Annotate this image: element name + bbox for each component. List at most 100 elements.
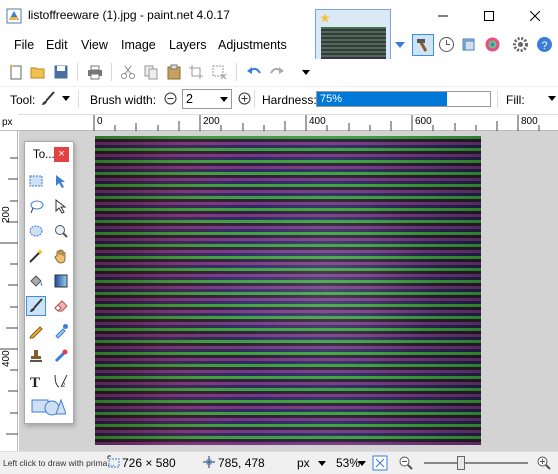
print-button[interactable] [86, 63, 104, 81]
brush-width-label: Brush width: [90, 93, 157, 107]
pan-tool[interactable] [51, 246, 71, 266]
save-button[interactable] [52, 63, 70, 81]
chevron-down-icon[interactable] [318, 461, 326, 467]
crop-button[interactable] [187, 63, 205, 81]
lasso-icon [30, 200, 44, 214]
move-selected-tool[interactable] [51, 171, 71, 191]
layers-icon[interactable] [460, 36, 477, 53]
move-selection-tool[interactable] [51, 196, 71, 216]
line-curve-tool[interactable]: 2 [51, 371, 71, 391]
paintbrush-icon [30, 298, 43, 312]
undo-button[interactable] [245, 63, 263, 81]
clone-stamp-icon [30, 350, 42, 362]
hardness-value: 75% [320, 93, 343, 105]
text-icon: T [30, 375, 40, 389]
tools-window[interactable]: To... × T 2 [24, 141, 74, 424]
clone-stamp-tool[interactable] [26, 346, 46, 366]
pencil-tool[interactable] [26, 321, 46, 341]
paintbrush-tool[interactable] [26, 296, 46, 316]
lasso-select-tool[interactable] [26, 196, 46, 216]
text-tool[interactable]: T [26, 371, 46, 391]
hardness-label: Hardness: [262, 93, 317, 107]
close-button[interactable] [512, 0, 558, 31]
maximize-button[interactable] [466, 0, 512, 31]
colors-icon[interactable] [484, 36, 501, 53]
paintbrush-icon[interactable] [40, 91, 56, 107]
svg-text:?: ? [542, 40, 548, 52]
zoom-slider-track[interactable] [424, 462, 528, 464]
ruler-unit: px [0, 114, 18, 131]
tools-window-title: To... [33, 149, 55, 161]
zoom-tool[interactable] [51, 221, 71, 241]
ellipse-select-tool[interactable] [26, 221, 46, 241]
menu-view[interactable]: View [81, 38, 108, 52]
redo-button[interactable] [268, 63, 286, 81]
zoom-slider-thumb[interactable] [457, 456, 465, 470]
paste-button[interactable] [165, 63, 183, 81]
tool-dropdown-icon[interactable] [62, 96, 70, 102]
units-select[interactable]: px [297, 456, 310, 470]
recolor-tool[interactable] [51, 346, 71, 366]
shapes-tool[interactable] [26, 396, 70, 416]
window-title: listoffreeware (1).jpg - paint.net 4.0.1… [28, 8, 230, 22]
eyedropper-icon [55, 324, 68, 339]
minimize-button[interactable] [420, 0, 466, 31]
magic-wand-icon [29, 249, 43, 263]
ruler-label: 200 [1, 206, 12, 223]
brush-width-input[interactable]: 2 [182, 89, 232, 109]
menu-edit[interactable]: Edit [46, 38, 68, 52]
menu-layers[interactable]: Layers [169, 38, 207, 52]
ruler-label: 400 [1, 350, 12, 367]
help-icon[interactable]: ? [536, 36, 553, 53]
deselect-button[interactable] [210, 63, 228, 81]
ruler-label: 0 [97, 116, 103, 127]
title-bar: listoffreeware (1).jpg - paint.net 4.0.1… [0, 0, 558, 32]
hammer-icon [417, 39, 428, 52]
paintnet-app-icon [6, 8, 22, 24]
ruler-vertical: 200 400 [0, 131, 18, 451]
tools-window-close-button[interactable]: × [54, 147, 69, 162]
decrease-width-icon[interactable] [164, 92, 177, 105]
copy-button[interactable] [142, 63, 160, 81]
canvas-workspace[interactable] [19, 131, 558, 451]
paint-bucket-tool[interactable] [26, 271, 46, 291]
menu-adjustments[interactable]: Adjustments [218, 38, 287, 52]
open-button[interactable] [29, 63, 47, 81]
cut-button[interactable] [119, 63, 137, 81]
settings-gear-icon[interactable] [512, 36, 529, 53]
hardness-slider[interactable]: 75% [316, 91, 491, 107]
zoom-out-icon[interactable] [398, 455, 414, 471]
cursor-position: 785, 478 [218, 456, 265, 470]
tools-window-toggle[interactable] [412, 34, 434, 56]
magic-wand-tool[interactable] [26, 246, 46, 266]
open-folder-icon [30, 67, 45, 79]
menu-file[interactable]: File [14, 38, 34, 52]
rectangle-select-tool[interactable] [26, 171, 46, 191]
eraser-tool[interactable] [51, 296, 71, 316]
gradient-icon [54, 274, 68, 288]
gradient-tool[interactable] [51, 271, 71, 291]
new-file-icon [10, 64, 22, 80]
options-overflow-icon[interactable] [548, 96, 556, 102]
paste-icon [167, 64, 181, 80]
magnifier-icon [55, 225, 68, 238]
crop-icon [189, 65, 203, 79]
zoom-in-icon[interactable] [536, 455, 552, 471]
color-picker-tool[interactable] [51, 321, 71, 341]
menu-image[interactable]: Image [121, 38, 156, 52]
image-shading [95, 136, 481, 445]
ruler-ticks [0, 157, 18, 435]
chevron-down-icon[interactable] [358, 461, 366, 467]
options-separator [254, 90, 255, 108]
dropdown-arrow-icon[interactable] [394, 40, 406, 50]
zoom-level[interactable]: 53% [336, 456, 360, 470]
toolbar-separator [77, 63, 78, 81]
increase-width-icon[interactable] [238, 92, 251, 105]
image-size-icon [107, 455, 120, 468]
toolbar-separator [111, 63, 112, 81]
zoom-to-window-icon[interactable] [372, 455, 388, 471]
toolbar-overflow-button[interactable] [297, 63, 315, 81]
history-icon[interactable] [438, 36, 455, 53]
new-image-button[interactable] [7, 63, 25, 81]
image-canvas[interactable] [95, 136, 481, 445]
